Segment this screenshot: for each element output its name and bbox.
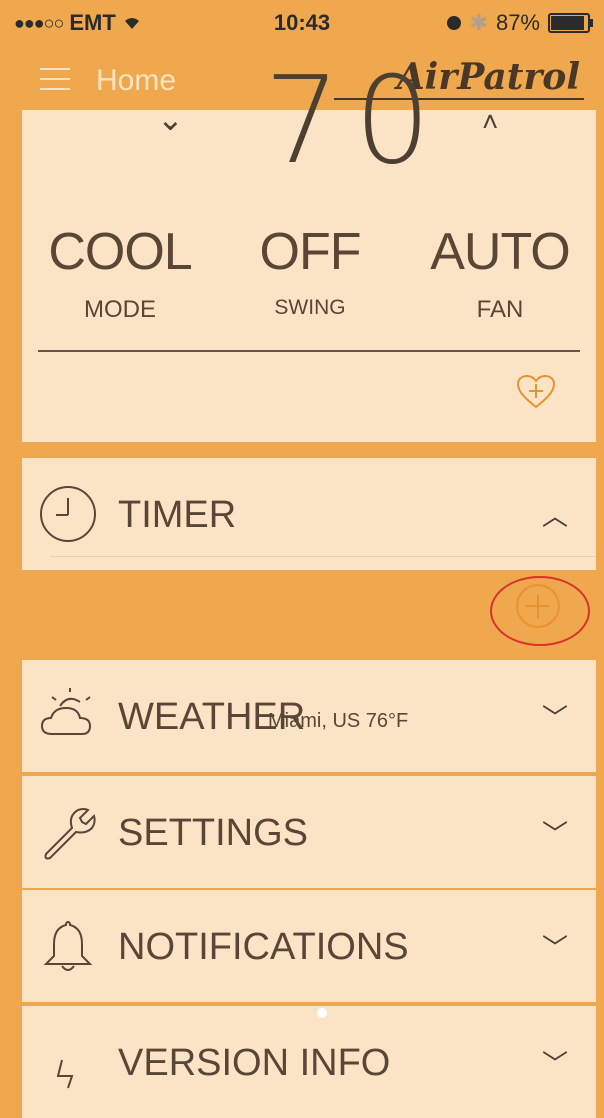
page-indicator-dot bbox=[317, 1008, 327, 1018]
temperature-down-icon[interactable]: ⌄ bbox=[157, 100, 184, 138]
fan-label: FAN bbox=[476, 296, 524, 323]
swing-label: SWING bbox=[274, 296, 346, 319]
expand-version-icon[interactable]: ﹀ bbox=[542, 1044, 568, 1081]
version-title: VERSION INFO bbox=[118, 1042, 391, 1084]
timer-section: TIMER ︿ bbox=[22, 458, 596, 646]
timer-title: TIMER bbox=[118, 494, 237, 536]
swing-control[interactable]: OFF SWING bbox=[240, 222, 380, 320]
add-favorite-icon[interactable] bbox=[516, 374, 556, 410]
highlight-ring bbox=[490, 576, 590, 646]
battery-percent: 87% bbox=[495, 10, 540, 35]
wrench-icon bbox=[44, 808, 96, 860]
notifications-section[interactable]: NOTIFICATIONS ﹀ bbox=[22, 890, 596, 1002]
expand-notifications-icon[interactable]: ﹀ bbox=[542, 928, 568, 965]
page-title: Home bbox=[96, 64, 177, 97]
mode-value: COOL bbox=[48, 223, 192, 281]
status-right: ✱ 87% bbox=[446, 10, 593, 36]
version-section[interactable]: VERSION INFO ﹀ bbox=[22, 1006, 596, 1118]
menu-icon[interactable] bbox=[40, 68, 70, 90]
weather-location: Miami, US 76°F bbox=[268, 710, 409, 732]
bluetooth-icon: ✱ bbox=[469, 10, 488, 35]
bell-icon bbox=[43, 920, 93, 971]
swing-value: OFF bbox=[259, 223, 362, 281]
weather-section[interactable]: WEATHER Miami, US 76°F ﹀ bbox=[22, 660, 596, 772]
collapse-timer-icon[interactable]: ︿ bbox=[542, 496, 568, 533]
temperature-value: 70 bbox=[264, 52, 445, 191]
climate-card: ⌄ 70 ˄ COOL MODE OFF SWING AUTO FAN bbox=[22, 52, 596, 442]
temperature-row: ⌄ 70 ˄ bbox=[22, 52, 596, 191]
clock-icon bbox=[40, 486, 96, 542]
mode-control[interactable]: COOL MODE bbox=[40, 222, 200, 324]
battery-icon bbox=[548, 13, 593, 33]
fan-control[interactable]: AUTO FAN bbox=[420, 222, 580, 324]
divider bbox=[38, 350, 580, 352]
notifications-title: NOTIFICATIONS bbox=[118, 926, 409, 968]
status-bar: ●●●○○ EMT 10:43 ✱ 87% bbox=[0, 0, 604, 44]
fan-value: AUTO bbox=[430, 223, 571, 281]
weather-icon bbox=[40, 688, 92, 735]
mode-label: MODE bbox=[84, 296, 156, 323]
expand-weather-icon[interactable]: ﹀ bbox=[542, 698, 568, 735]
expand-settings-icon[interactable]: ﹀ bbox=[542, 814, 568, 851]
temperature-up-icon[interactable]: ˄ bbox=[482, 106, 498, 138]
version-icon bbox=[56, 1059, 74, 1089]
settings-title: SETTINGS bbox=[118, 812, 309, 854]
timer-separator bbox=[50, 556, 596, 557]
alarm-icon bbox=[446, 16, 461, 30]
settings-section[interactable]: SETTINGS ﹀ bbox=[22, 776, 596, 888]
